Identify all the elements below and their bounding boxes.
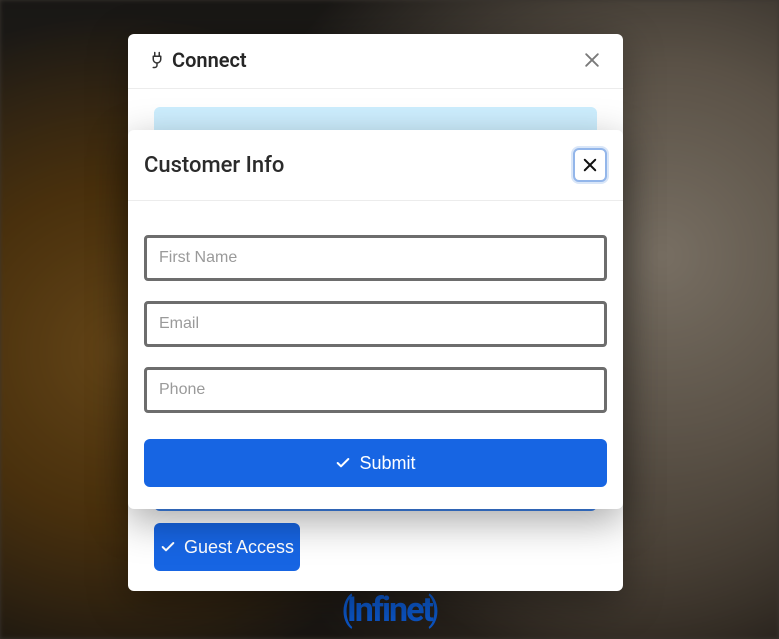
check-icon — [335, 455, 351, 471]
guest-access-label: Guest Access — [184, 537, 294, 558]
first-name-input[interactable] — [144, 235, 607, 281]
connect-close-button[interactable] — [581, 49, 603, 71]
guest-access-button[interactable]: Guest Access — [154, 523, 300, 571]
customer-info-dialog: Customer Info Submit — [128, 130, 623, 509]
connect-title-group: Connect — [148, 48, 247, 72]
submit-button[interactable]: Submit — [144, 439, 607, 487]
plug-icon — [148, 51, 166, 69]
phone-input[interactable] — [144, 367, 607, 413]
check-icon — [160, 539, 176, 555]
customer-info-header: Customer Info — [128, 130, 623, 201]
customer-info-close-button[interactable] — [573, 148, 607, 182]
connect-title: Connect — [172, 48, 247, 72]
connect-dialog-header: Connect — [128, 34, 623, 89]
customer-info-title: Customer Info — [144, 153, 284, 178]
customer-info-body: Submit — [128, 201, 623, 509]
submit-label: Submit — [359, 453, 415, 474]
email-input[interactable] — [144, 301, 607, 347]
